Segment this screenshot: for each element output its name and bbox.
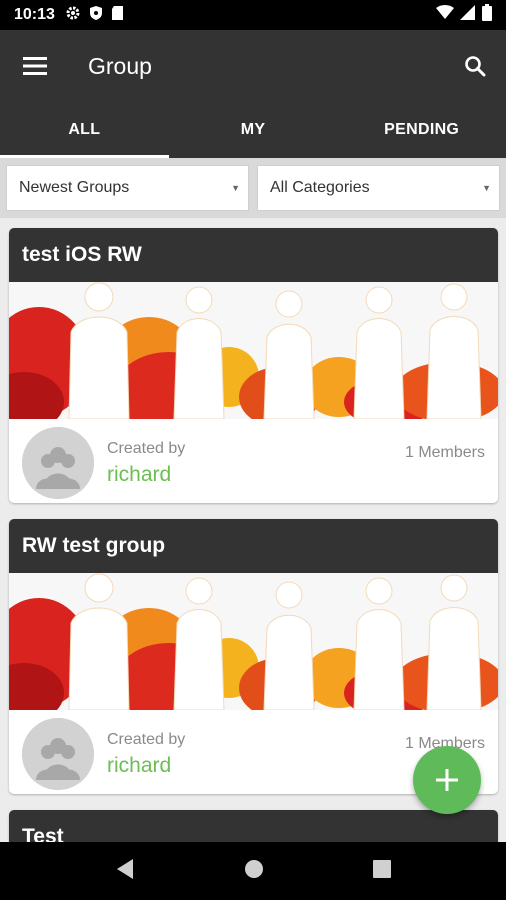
group-banner-image	[9, 282, 498, 419]
hamburger-menu-icon[interactable]	[0, 30, 70, 102]
avatar	[22, 718, 94, 790]
sort-dropdown-value: Newest Groups	[19, 179, 130, 196]
app-bar: Group	[0, 30, 506, 102]
settings-icon	[65, 5, 81, 26]
tab-label: MY	[240, 121, 266, 138]
avatar	[22, 427, 94, 499]
group-banner-image	[9, 573, 498, 710]
system-nav-bar	[0, 842, 506, 900]
tab-bar: ALL MY PENDING	[0, 102, 506, 158]
created-by-label: Created by	[107, 440, 186, 457]
battery-icon	[482, 4, 492, 26]
category-dropdown-value: All Categories	[270, 179, 370, 196]
add-group-button[interactable]	[413, 746, 481, 814]
search-icon[interactable]	[444, 30, 506, 102]
plus-icon	[436, 769, 458, 791]
group-card[interactable]: test iOS RW Created by richard 1 Members	[9, 228, 498, 503]
category-dropdown[interactable]: All Categories ▼	[257, 165, 500, 211]
created-by-label: Created by	[107, 731, 186, 748]
home-icon[interactable]	[244, 859, 264, 884]
dropdown-caret-icon: ▼	[231, 183, 240, 193]
signal-icon	[460, 5, 476, 25]
tab-pending[interactable]: PENDING	[337, 102, 506, 158]
group-title: RW test group	[9, 519, 498, 573]
page-title: Group	[88, 52, 152, 79]
status-time: 10:13	[14, 6, 55, 23]
status-bar: 10:13	[0, 0, 506, 30]
tab-my[interactable]: MY	[169, 102, 338, 158]
shield-icon	[89, 5, 103, 26]
sort-dropdown[interactable]: Newest Groups ▼	[6, 165, 249, 211]
member-count: 1 Members	[404, 444, 485, 461]
creator-name[interactable]: richard	[107, 754, 171, 778]
dropdown-caret-icon: ▼	[482, 183, 491, 193]
wifi-icon	[436, 5, 454, 25]
creator-name[interactable]: richard	[107, 463, 171, 487]
recents-icon[interactable]	[373, 859, 392, 883]
tab-label: PENDING	[384, 121, 460, 138]
sd-card-icon	[111, 5, 124, 26]
filter-bar: Newest Groups ▼ All Categories ▼	[0, 158, 506, 218]
group-title: test iOS RW	[9, 228, 498, 282]
back-icon[interactable]	[115, 858, 135, 885]
tab-all[interactable]: ALL	[0, 102, 169, 158]
tab-label: ALL	[68, 121, 101, 138]
group-card-footer: Created by richard 1 Members	[9, 419, 498, 503]
